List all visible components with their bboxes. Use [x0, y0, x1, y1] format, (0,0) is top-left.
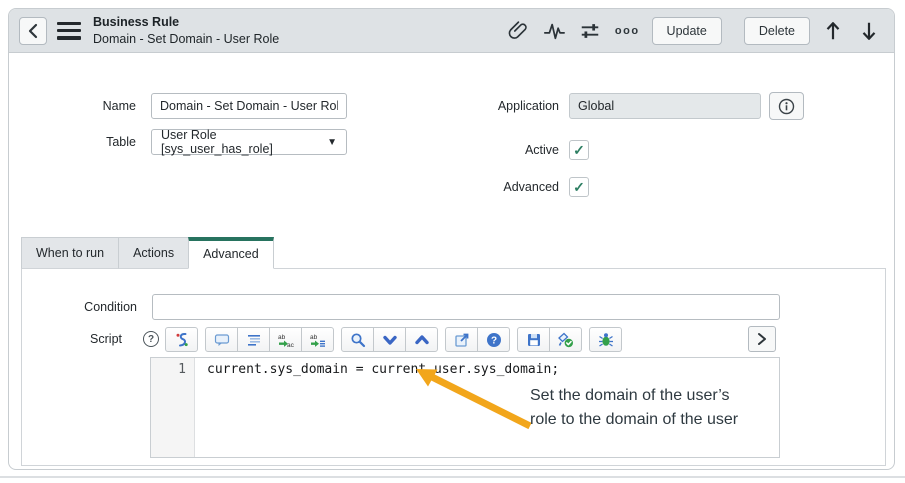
- tab-actions[interactable]: Actions: [118, 237, 190, 269]
- expand-all-icon[interactable]: [373, 327, 406, 352]
- toggle-fullscreen-button[interactable]: [748, 326, 776, 352]
- application-input: [569, 93, 761, 119]
- info-icon: [778, 98, 795, 115]
- script-help-icon[interactable]: ?: [143, 331, 159, 347]
- format-code-icon[interactable]: [237, 327, 270, 352]
- table-field-label: Table: [106, 135, 136, 149]
- active-checkbox[interactable]: ✓: [569, 140, 589, 160]
- form-header: Business Rule Domain - Set Domain - User…: [9, 9, 894, 53]
- check-icon: ✓: [573, 179, 585, 195]
- advanced-field-label: Advanced: [503, 180, 559, 194]
- syntax-check-icon[interactable]: [549, 327, 582, 352]
- annotation-line-2: role to the domain of the user: [530, 411, 739, 428]
- collapse-all-icon[interactable]: [405, 327, 438, 352]
- annotation-text: Set the domain of the user’s role to the…: [530, 384, 738, 432]
- tab-advanced[interactable]: Advanced: [188, 237, 274, 269]
- replace-icon[interactable]: ab ac: [269, 327, 302, 352]
- record-name-label: Domain - Set Domain - User Role: [93, 31, 280, 46]
- svg-text:ab: ab: [310, 334, 318, 341]
- table-select-value: User Role [sys_user_has_role]: [161, 128, 273, 156]
- chevron-right-icon: [756, 332, 768, 346]
- update-button[interactable]: Update: [651, 16, 722, 45]
- replace-all-icon[interactable]: ab: [301, 327, 334, 352]
- chevron-down-icon: ▼: [327, 136, 337, 148]
- application-field-label: Application: [497, 99, 559, 113]
- window-bottom-edge: [0, 476, 905, 478]
- record-title: Business Rule Domain - Set Domain - User…: [93, 14, 279, 47]
- previous-record-icon[interactable]: [820, 18, 846, 44]
- table-select[interactable]: User Role [sys_user_has_role] ▼: [151, 128, 347, 156]
- comment-icon[interactable]: [205, 327, 238, 352]
- next-record-icon[interactable]: [856, 18, 882, 44]
- script-format-icon[interactable]: [165, 327, 198, 352]
- context-menu-icon[interactable]: [57, 21, 81, 40]
- line-number: 1: [178, 362, 186, 377]
- annotation-line-1: Set the domain of the user’s: [530, 387, 730, 404]
- advanced-checkbox[interactable]: ✓: [569, 177, 589, 197]
- form-tabs: When to run Actions Advanced: [21, 237, 274, 269]
- tab-when-to-run[interactable]: When to run: [21, 237, 120, 269]
- activity-stream-icon[interactable]: [541, 18, 567, 44]
- chevron-left-icon: [26, 23, 40, 39]
- svg-text:ab: ab: [278, 334, 286, 341]
- name-field-label: Name: [102, 99, 136, 113]
- help-glyph: ?: [490, 335, 496, 346]
- delete-button[interactable]: Delete: [743, 16, 810, 45]
- business-rule-form-screen: { "header": { "title": "Business Rule", …: [0, 0, 905, 483]
- condition-field-label: Condition: [84, 300, 137, 314]
- condition-input[interactable]: [152, 294, 780, 320]
- debug-icon[interactable]: [589, 327, 622, 352]
- more-options-icon[interactable]: ooo: [613, 18, 642, 44]
- back-button[interactable]: [19, 16, 47, 45]
- editor-help-icon[interactable]: ?: [477, 327, 510, 352]
- search-icon[interactable]: [341, 327, 374, 352]
- application-info-button[interactable]: [769, 92, 804, 120]
- svg-text:ac: ac: [287, 342, 294, 348]
- record-type-label: Business Rule: [93, 15, 180, 30]
- personalize-form-icon[interactable]: [577, 18, 603, 44]
- save-icon[interactable]: [517, 327, 550, 352]
- attachment-icon[interactable]: [505, 18, 531, 44]
- active-field-label: Active: [524, 143, 559, 157]
- line-number-gutter: 1: [151, 358, 195, 457]
- check-icon: ✓: [573, 142, 585, 158]
- open-in-window-icon[interactable]: [445, 327, 478, 352]
- name-input[interactable]: [151, 93, 347, 119]
- script-editor-toolbar: ab ac ab ?: [165, 326, 622, 353]
- script-field-label: Script: [90, 332, 122, 346]
